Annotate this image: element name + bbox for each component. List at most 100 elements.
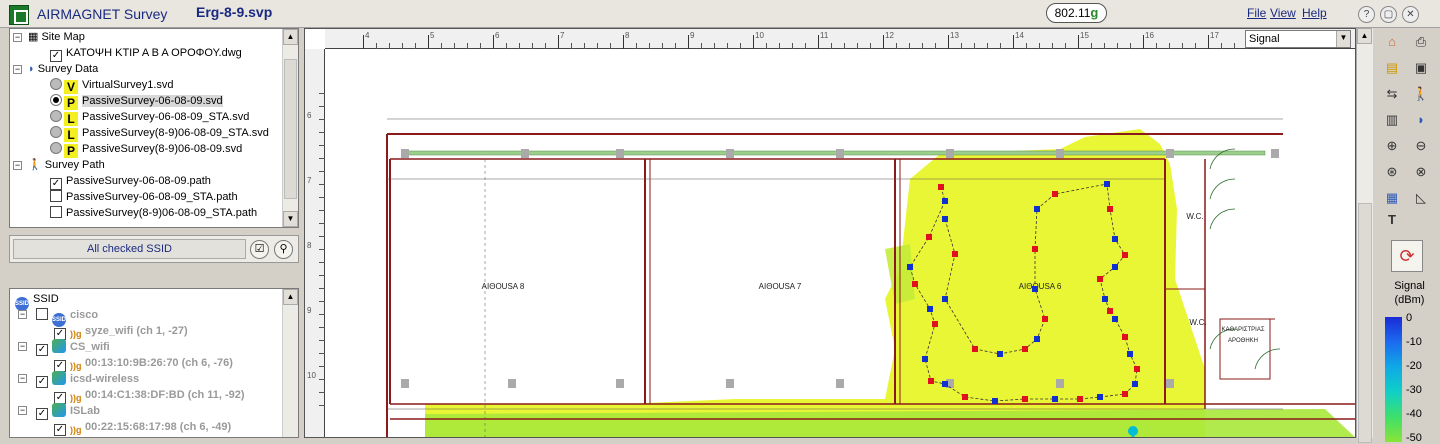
tree-site-map[interactable]: ▦ Site Map — [28, 29, 85, 45]
ssid-group[interactable]: ✓ CS_wifi — [36, 339, 110, 356]
help-circle-icon[interactable]: ? — [1358, 6, 1375, 23]
floppy-icon[interactable]: ▥ — [1381, 110, 1403, 130]
ssid-checkbox[interactable]: ✓ — [36, 344, 48, 356]
path-checkbox[interactable] — [50, 206, 62, 218]
legend-color-bar — [1385, 317, 1402, 442]
ssid-group[interactable]: SSID cisco — [36, 307, 98, 327]
restore-icon[interactable]: ▢ — [1380, 6, 1397, 23]
path-checkbox[interactable] — [50, 190, 62, 202]
survey-item[interactable]: P PassiveSurvey-06-08-09.svd — [50, 93, 223, 110]
zoom-reset-icon[interactable]: ⊗ — [1410, 162, 1432, 182]
legend-tick: -20 — [1406, 360, 1422, 372]
ssid-root[interactable]: SSID SSID — [15, 291, 59, 311]
standard-badge[interactable]: 802.11g — [1046, 3, 1107, 23]
scroll-up-icon[interactable]: ▲ — [283, 29, 298, 45]
survey-item[interactable]: L PassiveSurvey-06-08-09_STA.svd — [50, 109, 249, 126]
survey-radio[interactable] — [50, 142, 62, 154]
tree-survey-data[interactable]: ◗ Survey Data — [28, 61, 98, 77]
survey-radio-selected[interactable] — [50, 94, 62, 106]
ap-item[interactable]: ✓))g 00:13:10:9B:26:70 (ch 6, -76) — [54, 355, 233, 372]
scroll-down-icon[interactable]: ▼ — [283, 211, 298, 227]
collapse-icon[interactable]: − — [13, 65, 22, 74]
filter-icon[interactable]: ⚲ — [274, 240, 293, 259]
menu-help[interactable]: Help — [1302, 6, 1327, 20]
collapse-icon[interactable]: − — [18, 374, 27, 383]
save-icon[interactable]: ▣ — [1410, 58, 1432, 78]
tree-dwg-item[interactable]: ✓ ΚΑΤΟΨΗ ΚΤΙΡ Α Β Α ΟΡΟΦΟΥ.dwg — [50, 45, 242, 62]
map-scrollbar[interactable]: ▲ — [1356, 28, 1373, 443]
scroll-up-icon[interactable]: ▲ — [1357, 28, 1372, 44]
collapse-icon[interactable]: − — [18, 342, 27, 351]
door-arc — [1254, 348, 1281, 370]
survey-item[interactable]: V VirtualSurvey1.svd — [50, 77, 174, 94]
close-icon[interactable]: ✕ — [1402, 6, 1419, 23]
wifi-g-icon: ))g — [70, 329, 82, 339]
ruler-label: 10 — [307, 371, 316, 380]
collapse-icon[interactable]: − — [18, 310, 27, 319]
scroll-thumb[interactable] — [284, 59, 297, 199]
tree-survey-path[interactable]: 🚶 Survey Path — [28, 157, 105, 173]
path-item[interactable]: PassiveSurvey-06-08-09_STA.path — [50, 189, 238, 205]
path-item[interactable]: PassiveSurvey(8-9)06-08-09_STA.path — [50, 205, 257, 221]
room-label: W.C. — [1189, 318, 1206, 327]
survey-item[interactable]: P PassiveSurvey(8-9)06-08-09.svd — [50, 141, 242, 158]
survey-mode-icon[interactable]: ⇆ — [1381, 84, 1403, 104]
ssid-filter-label[interactable]: All checked SSID — [13, 239, 246, 259]
collapse-icon[interactable]: − — [13, 33, 22, 42]
menu-file[interactable]: File — [1247, 6, 1266, 20]
survey-point-blue — [1034, 206, 1040, 212]
ap-tool-icon[interactable]: ⌂ — [1381, 32, 1403, 52]
ssid-checkbox[interactable] — [36, 308, 48, 320]
menu-view[interactable]: View — [1270, 6, 1296, 20]
survey-point-red — [1022, 346, 1028, 352]
zoom-in-icon[interactable]: ⊕ — [1381, 136, 1403, 156]
walk-icon[interactable]: 🚶 — [1410, 84, 1432, 104]
ssid-group[interactable]: ✓ icsd-wireless — [36, 371, 139, 388]
survey-item[interactable]: L PassiveSurvey(8-9)06-08-09_STA.svd — [50, 125, 269, 142]
survey-point-red — [912, 281, 918, 287]
ap-item[interactable]: ✓))g syze_wifi (ch 1, -27) — [54, 323, 188, 340]
table-icon[interactable]: ▦ — [1381, 188, 1403, 208]
survey-radio[interactable] — [50, 78, 62, 90]
scroll-up-icon[interactable]: ▲ — [283, 289, 298, 305]
column — [1166, 149, 1174, 158]
open-folder-icon[interactable]: ▤ — [1381, 58, 1403, 78]
print-icon[interactable]: ⎙ — [1410, 32, 1432, 52]
path-item[interactable]: ✓ PassiveSurvey-06-08-09.path — [50, 173, 211, 190]
collapse-icon[interactable]: − — [18, 406, 27, 415]
zoom-out-icon[interactable]: ⊖ — [1410, 136, 1432, 156]
survey-radio[interactable] — [50, 126, 62, 138]
survey-point-blue — [1032, 286, 1038, 292]
scroll-thumb[interactable] — [1358, 203, 1372, 443]
floor-plan-canvas[interactable]: 4 5 6 7 8 9 10 11 12 13 14 15 16 17 6 7 8 9 10 AIΘOUSA 8A… — [304, 28, 1356, 438]
text-tool-icon[interactable]: T — [1381, 210, 1403, 230]
ssid-checkbox[interactable]: ✓ — [36, 376, 48, 388]
check-all-icon[interactable]: ☑ — [250, 240, 269, 259]
ruler-label: 8 — [625, 31, 630, 40]
measure-icon[interactable]: ◺ — [1410, 188, 1432, 208]
survey-radio[interactable] — [50, 110, 62, 122]
survey-point-blue — [1112, 236, 1118, 242]
ruler-left: 6 7 8 9 10 — [305, 49, 325, 437]
floor-plan-svg[interactable]: AIΘOUSA 8 AIΘOUSA 7 AIΘOUSA 6 W.C. W.C. KAΘAP… — [325, 49, 1356, 438]
ap-item[interactable]: ✓))g 00:14:C1:38:DF:BD (ch 11, -92) — [54, 387, 245, 404]
survey-point-red — [926, 234, 932, 240]
survey-point-red — [1107, 308, 1113, 314]
column — [836, 149, 844, 158]
chevron-down-icon[interactable]: ▼ — [1336, 31, 1350, 47]
heatmap-type-select[interactable]: Signal ▼ — [1245, 30, 1351, 48]
tree-scrollbar[interactable]: ▲ ▼ — [282, 29, 298, 227]
refresh-icon[interactable]: ⟳ — [1391, 240, 1423, 272]
ruler-label: 5 — [430, 31, 435, 40]
room-label: APOΘHKH — [1228, 338, 1258, 344]
survey-point-blue — [1052, 396, 1058, 402]
ssid-scrollbar[interactable]: ▲ — [282, 289, 298, 437]
ap-item[interactable]: ✓))g 00:22:15:68:17:98 (ch 6, -49) — [54, 419, 231, 436]
ssid-group[interactable]: ✓ ISLab — [36, 403, 100, 420]
survey-point-red — [1022, 396, 1028, 402]
arc-icon[interactable]: ◗ — [1410, 110, 1432, 130]
ap-checkbox[interactable]: ✓ — [54, 424, 66, 436]
ssid-checkbox[interactable]: ✓ — [36, 408, 48, 420]
zoom-fit-icon[interactable]: ⊛ — [1381, 162, 1403, 182]
collapse-icon[interactable]: − — [13, 161, 22, 170]
